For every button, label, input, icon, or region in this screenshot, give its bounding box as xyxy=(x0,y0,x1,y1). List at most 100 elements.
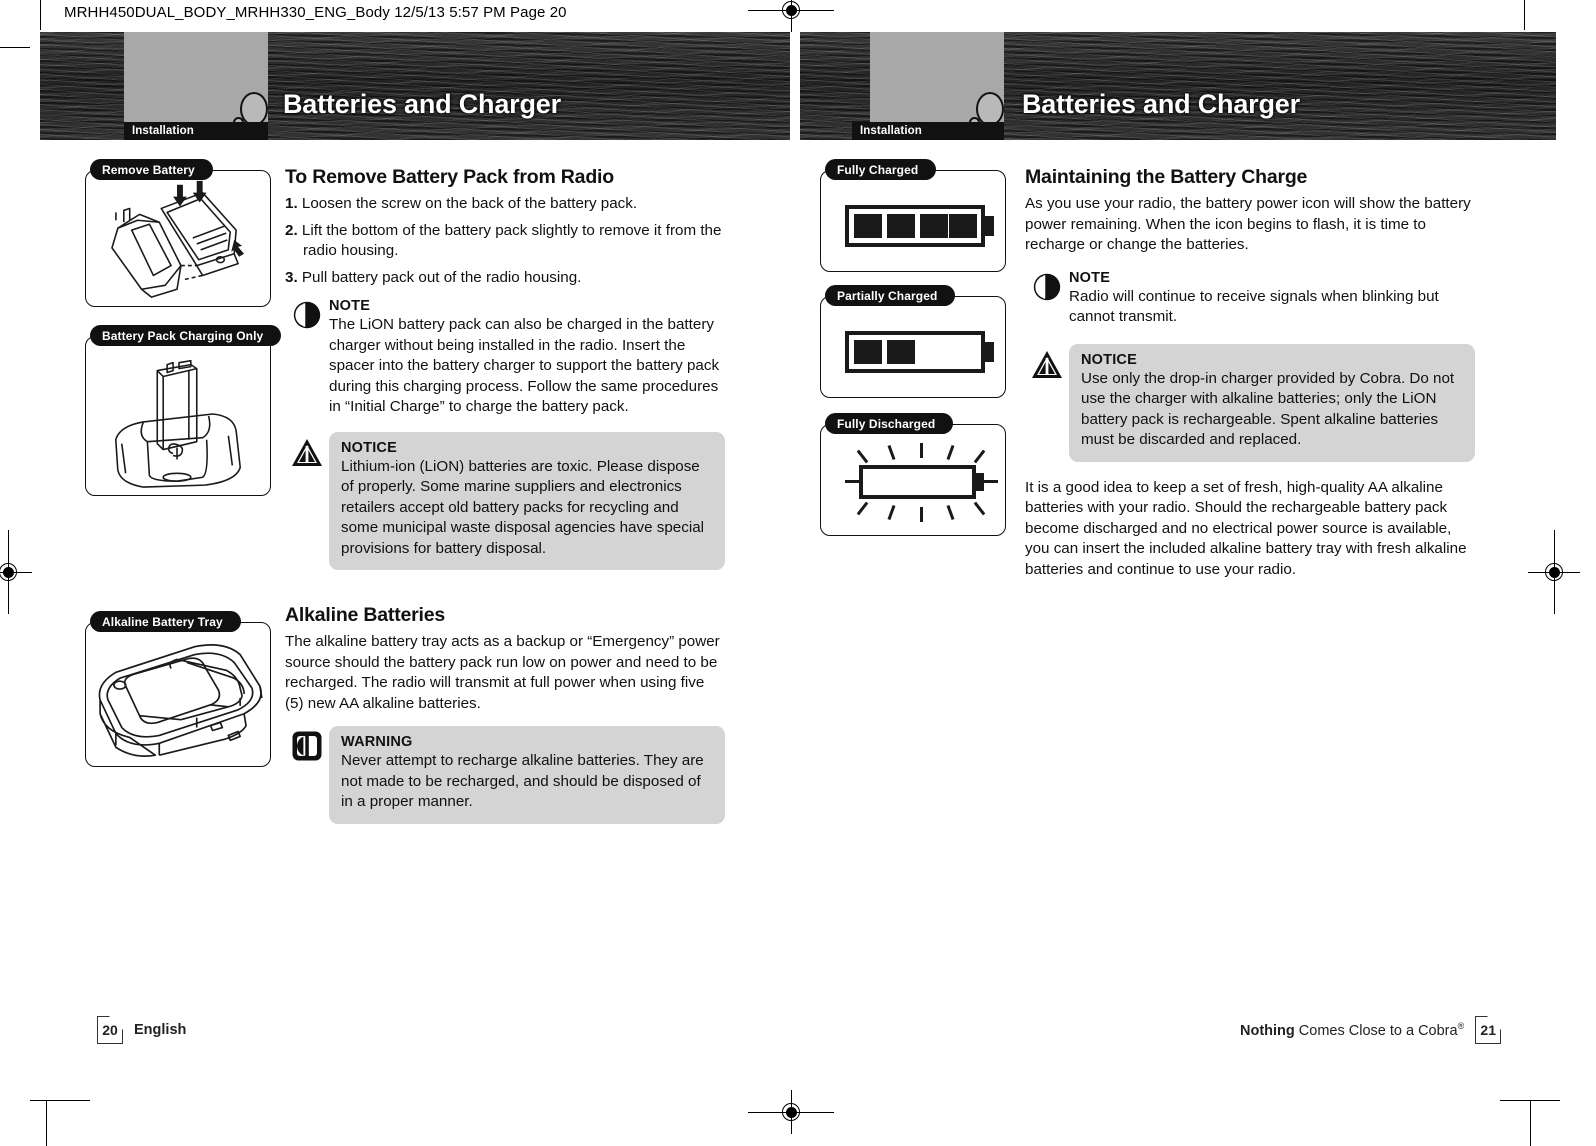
battery-icon-empty xyxy=(859,465,984,499)
battery-segment xyxy=(949,214,977,238)
charging-dock-artwork xyxy=(114,359,242,488)
maintaining-paragraph: As you use your radio, the battery power… xyxy=(1025,195,1471,253)
illustration-battery-pack-charging: Battery Pack Charging Only xyxy=(85,325,282,496)
notice-icon-slot xyxy=(285,432,329,571)
registration-mark-left xyxy=(0,530,32,614)
notice-title: NOTICE xyxy=(341,439,397,456)
header-chapter-title: Batteries and Charger xyxy=(1022,89,1300,119)
warning-icon-slot xyxy=(285,726,329,824)
tagline-registered-mark: ® xyxy=(1457,1021,1465,1032)
header-badge-circle-icon xyxy=(240,92,268,126)
callout-note: NOTE The LiON battery pack can also be c… xyxy=(285,298,725,418)
notice-triangle-icon xyxy=(292,438,322,466)
notice-text: Use only the drop-in charger provided by… xyxy=(1081,369,1455,449)
step-text: Loosen the screw on the back of the batt… xyxy=(301,195,638,212)
battery-icon-partial xyxy=(845,331,995,373)
step-item: 2. Lift the bottom of the battery pack s… xyxy=(285,221,725,262)
flash-ray-icon xyxy=(920,443,923,458)
alkaline-tray-artwork xyxy=(98,644,263,757)
note-circle-icon xyxy=(1033,273,1061,300)
note-body: NOTE The LiON battery pack can also be c… xyxy=(329,298,725,418)
page-left-header: Installation Batteries and Charger xyxy=(40,32,790,140)
header-section-tab-label: Installation xyxy=(860,125,922,137)
battery-segment xyxy=(920,214,948,238)
battery-segment xyxy=(854,340,882,364)
header-chapter-title: Batteries and Charger xyxy=(283,89,561,119)
note-text: The LiON battery pack can also be charge… xyxy=(329,316,720,415)
battery-terminal xyxy=(985,216,994,236)
crop-line-left-upper xyxy=(0,47,30,48)
note-title: NOTE xyxy=(1069,269,1111,286)
step-item: 1. Loosen the screw on the back of the b… xyxy=(285,194,725,215)
illustration-label: Remove Battery xyxy=(90,159,213,180)
battery-terminal xyxy=(985,342,994,362)
tagline-bold: Nothing xyxy=(1240,1022,1295,1039)
flash-ray-icon xyxy=(946,504,955,521)
callout-warning: WARNING Never attempt to recharge alkali… xyxy=(285,726,725,824)
callout-note: NOTE Radio will continue to receive sign… xyxy=(1025,270,1475,328)
battery-terminal xyxy=(976,473,984,491)
illustration-partially-charged: Partially Charged xyxy=(820,285,1006,398)
illustration-label: Battery Pack Charging Only xyxy=(90,325,282,346)
header-badge-circle-icon xyxy=(976,92,1004,126)
flash-ray-icon xyxy=(946,444,955,461)
page-number: 20 xyxy=(102,1022,118,1038)
warning-square-icon xyxy=(292,731,322,761)
step-number: 3. xyxy=(285,268,298,286)
remove-battery-steps: 1. Loosen the screw on the back of the b… xyxy=(285,194,725,288)
notice-icon-slot xyxy=(1025,344,1069,462)
battery-figure-label: Fully Charged xyxy=(825,159,937,180)
flash-ray-icon xyxy=(920,507,923,522)
flash-ray-icon xyxy=(984,480,998,483)
step-number: 1. xyxy=(285,195,298,212)
page-left-footer: 20 English xyxy=(97,1016,186,1044)
header-section-tab-label: Installation xyxy=(132,125,194,137)
step-text: Pull battery pack out of the radio housi… xyxy=(301,268,582,286)
notice-body: NOTICE Lithium-ion (LiON) batteries are … xyxy=(329,431,725,570)
step-item: 3. Pull battery pack out of the radio ho… xyxy=(285,268,725,289)
remove-battery-artwork xyxy=(111,180,245,298)
illustration-label: Alkaline Battery Tray xyxy=(90,611,241,632)
footer-tagline: Nothing Comes Close to a Cobra® xyxy=(1240,1021,1464,1039)
header-section-tab: Installation xyxy=(124,122,268,140)
battery-shell xyxy=(859,465,976,499)
note-icon-slot xyxy=(1025,270,1069,328)
note-text: Radio will continue to receive signals w… xyxy=(1069,287,1439,326)
battery-segment xyxy=(854,214,882,238)
illustration-fully-discharged: Fully Discharged xyxy=(820,413,1006,536)
callout-notice: NOTICE Use only the drop-in charger prov… xyxy=(1025,343,1475,462)
step-number: 2. xyxy=(285,221,298,239)
warning-title: WARNING xyxy=(341,734,413,750)
battery-segment xyxy=(887,214,915,238)
notice-triangle-icon xyxy=(1032,350,1062,378)
note-title: NOTE xyxy=(329,298,371,314)
callout-notice: NOTICE Lithium-ion (LiON) batteries are … xyxy=(285,431,725,571)
header-section-tab: Installation xyxy=(852,122,1004,140)
section-alkaline-batteries: Alkaline Batteries The alkaline battery … xyxy=(285,604,725,824)
section-heading-maintaining: Maintaining the Battery Charge xyxy=(1025,166,1308,188)
flash-ray-icon xyxy=(856,449,869,464)
flash-ray-icon xyxy=(973,501,986,516)
page-right-text-column: Maintaining the Battery Charge As you us… xyxy=(1025,166,1475,583)
note-icon-slot xyxy=(285,298,329,418)
flash-ray-icon xyxy=(887,444,896,461)
note-circle-icon xyxy=(293,301,321,329)
notice-text: Lithium-ion (LiON) batteries are toxic. … xyxy=(341,457,705,557)
section-heading-alkaline: Alkaline Batteries xyxy=(285,604,446,626)
page-number-box-right: 21 xyxy=(1475,1016,1502,1044)
battery-icon-full xyxy=(845,205,995,247)
section-heading-remove-battery: To Remove Battery Pack from Radio xyxy=(285,166,614,188)
alkaline-paragraph: The alkaline battery tray acts as a back… xyxy=(285,633,720,712)
flash-ray-icon xyxy=(856,501,869,516)
illustration-alkaline-battery-tray: Alkaline Battery Tray xyxy=(85,611,271,767)
page-number-box-left: 20 xyxy=(97,1016,123,1044)
page-right: Installation Batteries and Charger Fully… xyxy=(800,0,1556,1146)
flash-ray-icon xyxy=(973,449,986,464)
illustration-remove-battery: Remove Battery xyxy=(85,159,271,307)
note-body: NOTE Radio will continue to receive sign… xyxy=(1069,270,1475,328)
flash-ray-icon xyxy=(887,504,896,521)
notice-title: NOTICE xyxy=(1081,351,1137,368)
page-right-header: Installation Batteries and Charger xyxy=(800,32,1556,140)
battery-segment xyxy=(887,340,915,364)
page-number: 21 xyxy=(1480,1022,1496,1038)
